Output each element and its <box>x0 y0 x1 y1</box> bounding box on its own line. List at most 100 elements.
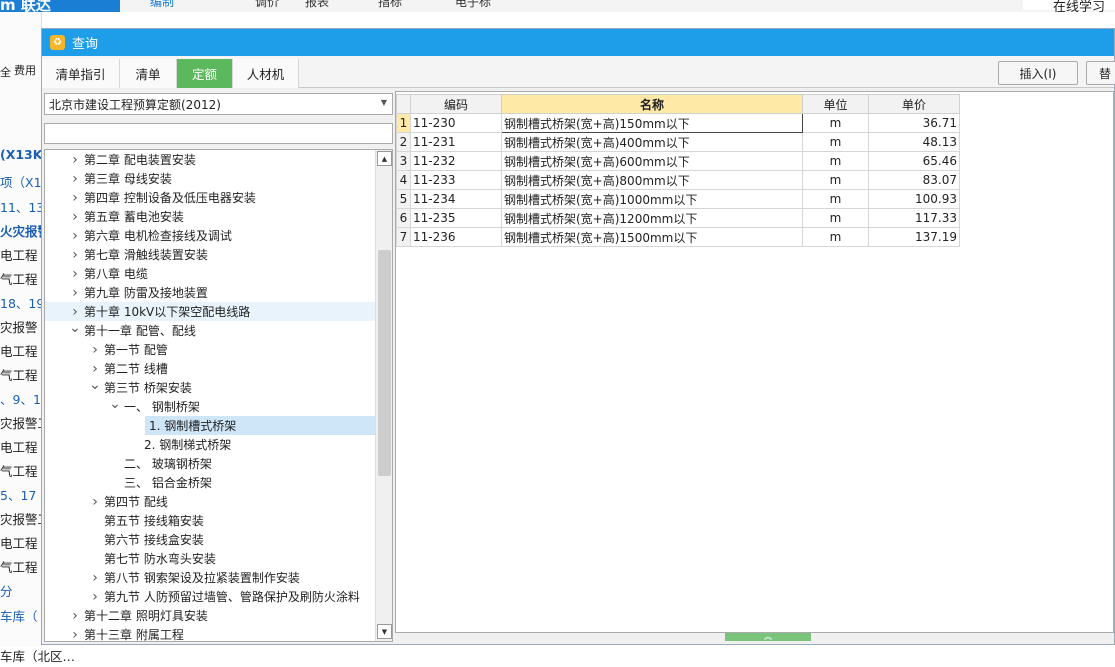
tree-node[interactable]: 二、 玻璃钢桥架 <box>45 454 376 473</box>
tree-node[interactable]: › 第七章 滑触线装置安装 <box>45 245 376 264</box>
insert-button[interactable]: 插入(I) <box>998 61 1078 85</box>
chevron-right-icon[interactable]: › <box>69 285 81 301</box>
tree-node[interactable]: › 第四节 配线 <box>45 492 376 511</box>
unit-header[interactable]: 单位 <box>802 94 869 114</box>
tree-node[interactable]: 第五节 接线箱安装 <box>45 511 376 530</box>
side-row[interactable]: 气工程 <box>0 269 38 288</box>
row-number[interactable]: 7 <box>396 227 411 247</box>
menu-item-e-bid[interactable]: 电子标 <box>455 0 491 10</box>
price-cell[interactable]: 137.19 <box>868 227 960 247</box>
name-header[interactable]: 名称 <box>501 94 803 114</box>
chevron-right-icon[interactable]: › <box>69 171 81 187</box>
chevron-down-icon[interactable]: ⌄ <box>69 320 81 336</box>
tree-node[interactable]: 1. 钢制槽式桥架 <box>145 416 376 435</box>
unit-cell[interactable]: m <box>802 113 869 133</box>
code-cell[interactable]: 11-236 <box>410 227 502 247</box>
side-row[interactable]: 气工程 <box>0 365 38 384</box>
side-row[interactable]: 11、13 <box>0 197 41 216</box>
side-row[interactable]: 灾报警 <box>0 317 38 336</box>
side-row[interactable]: 5、17 <box>0 485 36 504</box>
tab-quota[interactable]: 定额 <box>177 59 233 88</box>
menu-item-indicators[interactable]: 指标 <box>378 0 402 10</box>
name-cell[interactable]: 钢制槽式桥架(宽+高)150mm以下 <box>501 113 803 133</box>
tab-list-guide[interactable]: 清单指引 <box>42 59 120 88</box>
scroll-down-icon[interactable]: ▼ <box>377 624 392 639</box>
side-row[interactable]: 气工程 <box>0 557 38 576</box>
chevron-right-icon[interactable]: › <box>69 627 81 642</box>
chevron-right-icon[interactable]: › <box>69 190 81 206</box>
table-row[interactable]: 2 11-231 钢制槽式桥架(宽+高)400mm以下 m 48.13 <box>396 132 960 152</box>
chevron-right-icon[interactable]: › <box>89 342 101 358</box>
code-cell[interactable]: 11-233 <box>410 170 502 190</box>
replace-button[interactable]: 替 <box>1086 61 1115 85</box>
table-row[interactable]: 7 11-236 钢制槽式桥架(宽+高)1500mm以下 m 137.19 <box>396 227 960 247</box>
toolbar-all[interactable]: 全 <box>0 64 11 80</box>
tree-node[interactable]: › 第五章 蓄电池安装 <box>45 207 376 226</box>
scroll-up-icon[interactable]: ▲ <box>377 151 392 166</box>
tree-node[interactable]: › 第十章 10kV以下架空配电线路 <box>45 302 376 321</box>
tree-node[interactable]: ⌄ 第十一章 配管、配线 <box>45 320 376 340</box>
name-cell[interactable]: 钢制槽式桥架(宽+高)800mm以下 <box>501 170 803 190</box>
code-cell[interactable]: 11-234 <box>410 189 502 209</box>
chevron-down-icon[interactable]: ⌄ <box>109 396 121 412</box>
tree-node[interactable]: ⌄ 一、 钢制桥架 <box>45 396 376 416</box>
table-row[interactable]: 6 11-235 钢制槽式桥架(宽+高)1200mm以下 m 117.33 <box>396 208 960 228</box>
side-row[interactable]: 18、19 <box>0 293 41 312</box>
code-cell[interactable]: 11-235 <box>410 208 502 228</box>
row-number[interactable]: 1 <box>396 113 411 133</box>
online-learning[interactable]: 在线学习 <box>1022 0 1115 15</box>
tree-node[interactable]: ⌄ 第三节 桥架安装 <box>45 377 376 397</box>
unit-cell[interactable]: m <box>802 170 869 190</box>
chevron-right-icon[interactable]: › <box>89 494 101 510</box>
tree-node[interactable]: › 第九节 人防预留过墙管、管路保护及刷防火涂料 <box>45 587 376 606</box>
tree-node[interactable]: › 第八节 钢索架设及拉紧装置制作安装 <box>45 568 376 587</box>
tree-node[interactable]: › 第三章 母线安装 <box>45 169 376 188</box>
tree-node[interactable]: 2. 钢制梯式桥架 <box>45 435 376 454</box>
side-row[interactable]: 车库（ <box>0 606 38 625</box>
side-row[interactable]: 电工程 <box>0 341 38 360</box>
price-cell[interactable]: 36.71 <box>868 113 960 133</box>
tree-node[interactable]: › 第十二章 照明灯具安装 <box>45 606 376 625</box>
price-cell[interactable]: 83.07 <box>868 170 960 190</box>
code-cell[interactable]: 11-232 <box>410 151 502 171</box>
tree-node[interactable]: › 第一节 配管 <box>45 340 376 359</box>
chevron-right-icon[interactable]: › <box>69 152 81 168</box>
chevron-right-icon[interactable]: › <box>69 266 81 282</box>
side-row[interactable]: 火灾报警 <box>0 221 41 240</box>
side-row[interactable]: 电工程 <box>0 437 38 456</box>
price-cell[interactable]: 117.33 <box>868 208 960 228</box>
tab-list[interactable]: 清单 <box>120 59 177 88</box>
code-cell[interactable]: 11-230 <box>410 113 502 133</box>
chevron-right-icon[interactable]: › <box>69 209 81 225</box>
name-cell[interactable]: 钢制槽式桥架(宽+高)400mm以下 <box>501 132 803 152</box>
name-cell[interactable]: 钢制槽式桥架(宽+高)1500mm以下 <box>501 227 803 247</box>
table-row[interactable]: 3 11-232 钢制槽式桥架(宽+高)600mm以下 m 65.46 <box>396 151 960 171</box>
unit-cell[interactable]: m <box>802 208 869 228</box>
chevron-right-icon[interactable]: › <box>69 247 81 263</box>
chevron-down-icon[interactable]: ⌄ <box>89 377 101 393</box>
price-cell[interactable]: 65.46 <box>868 151 960 171</box>
side-row[interactable]: 电工程 <box>0 245 38 264</box>
unit-cell[interactable]: m <box>802 189 869 209</box>
chevron-right-icon[interactable]: › <box>89 589 101 605</box>
side-row[interactable]: 灾报警工 <box>0 413 41 432</box>
tree-filter-input[interactable] <box>44 123 393 144</box>
price-cell[interactable]: 100.93 <box>868 189 960 209</box>
chevron-right-icon[interactable]: › <box>69 608 81 624</box>
tree-node[interactable]: › 第二节 线槽 <box>45 359 376 378</box>
name-cell[interactable]: 钢制槽式桥架(宽+高)1200mm以下 <box>501 208 803 228</box>
row-number[interactable]: 2 <box>396 132 411 152</box>
side-row[interactable]: 项（X13 <box>0 172 41 191</box>
tree-node[interactable]: › 第四章 控制设备及低压电器安装 <box>45 188 376 207</box>
tree-node[interactable]: 三、 铝合金桥架 <box>45 473 376 492</box>
tree-node[interactable]: › 第十三章 附属工程 <box>45 625 376 642</box>
name-cell[interactable]: 钢制槽式桥架(宽+高)600mm以下 <box>501 151 803 171</box>
side-row[interactable]: 、9、1 <box>0 389 41 408</box>
table-row[interactable]: 5 11-234 钢制槽式桥架(宽+高)1000mm以下 m 100.93 <box>396 189 960 209</box>
tree-node[interactable]: 第七节 防水弯头安装 <box>45 549 376 568</box>
tree-scrollbar[interactable]: ▲ ▼ <box>375 150 392 641</box>
scroll-thumb[interactable] <box>378 250 391 476</box>
row-number[interactable]: 5 <box>396 189 411 209</box>
double-chevron-up-icon[interactable]: ︽ <box>725 633 811 641</box>
chevron-right-icon[interactable]: › <box>69 304 81 320</box>
